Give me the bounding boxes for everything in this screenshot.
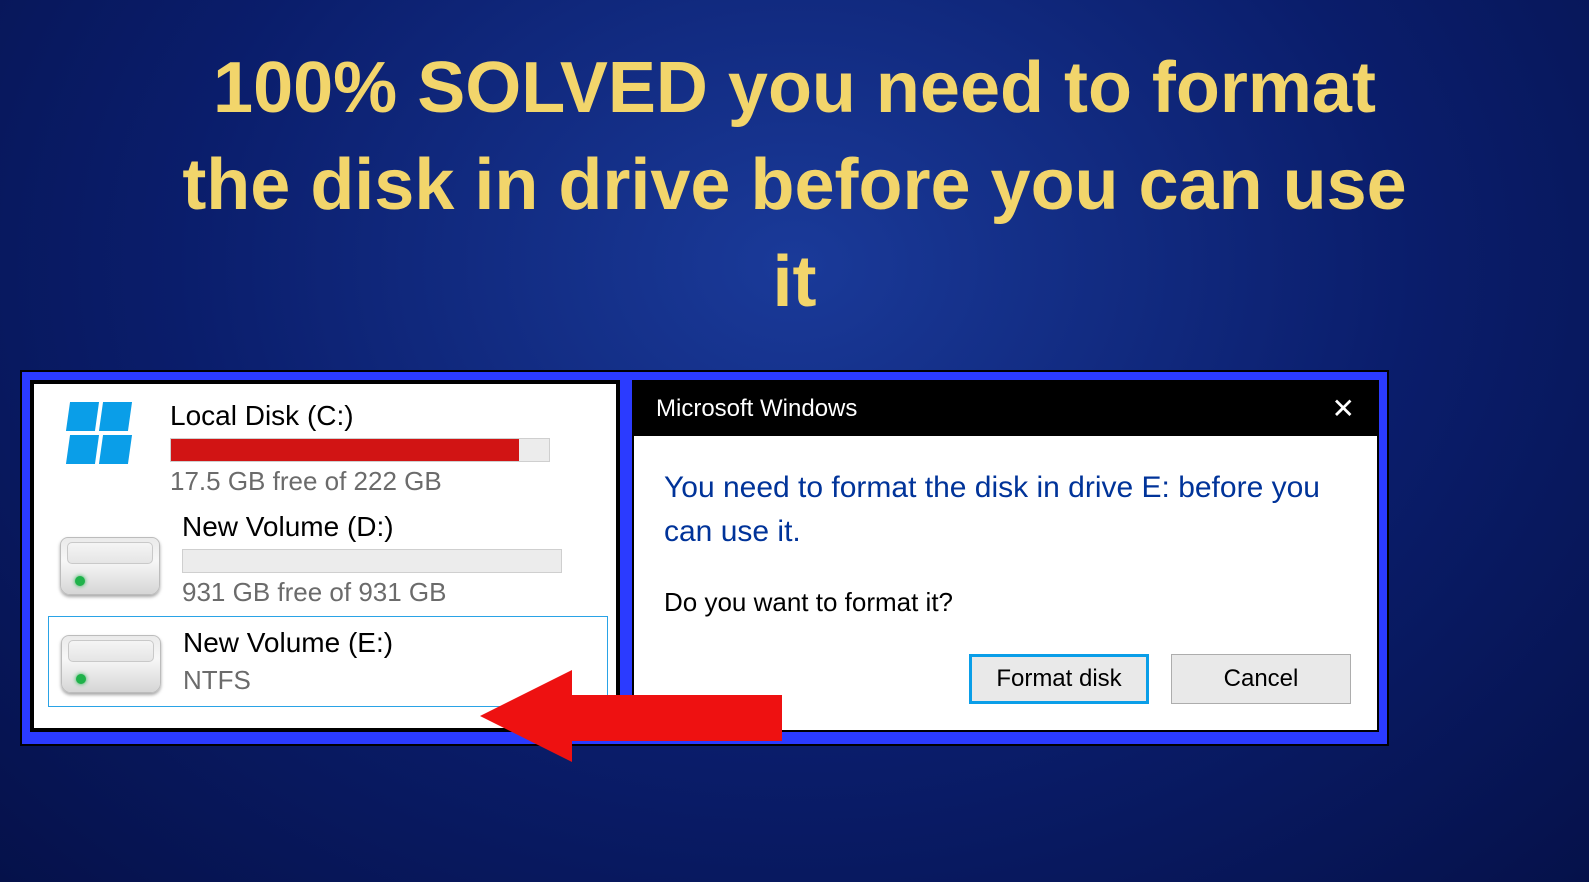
drives-panel: Local Disk (C:) 17.5 GB free of 222 GB N…: [30, 380, 620, 732]
disk-icon: [60, 537, 160, 595]
drive-item-c[interactable]: Local Disk (C:) 17.5 GB free of 222 GB: [60, 394, 602, 505]
drive-item-d[interactable]: New Volume (D:) 931 GB free of 931 GB: [60, 505, 602, 616]
dialog-question: Do you want to format it?: [664, 587, 1351, 618]
close-icon[interactable]: ✕: [1332, 395, 1355, 423]
format-disk-button[interactable]: Format disk: [969, 654, 1149, 704]
drive-name: New Volume (D:): [182, 511, 602, 543]
drive-free-text: 931 GB free of 931 GB: [182, 577, 602, 608]
drive-item-e[interactable]: New Volume (E:) NTFS: [48, 616, 608, 707]
dialog-title-bar: Microsoft Windows ✕: [634, 382, 1377, 436]
format-dialog: Microsoft Windows ✕ You need to format t…: [632, 380, 1379, 732]
drive-name: New Volume (E:): [183, 627, 601, 659]
panels-row: Local Disk (C:) 17.5 GB free of 222 GB N…: [20, 370, 1389, 746]
drive-name: Local Disk (C:): [170, 400, 602, 432]
usage-fill: [171, 439, 519, 461]
dialog-instruction: You need to format the disk in drive E: …: [664, 466, 1351, 553]
drive-free-text: 17.5 GB free of 222 GB: [170, 466, 602, 497]
windows-logo-icon: [68, 402, 130, 464]
usage-bar: [182, 549, 562, 573]
drive-fs: NTFS: [183, 665, 601, 696]
dialog-title: Microsoft Windows: [656, 395, 857, 423]
headline: 100% SOLVED you need to format the disk …: [0, 0, 1589, 362]
usage-bar: [170, 438, 550, 462]
disk-icon: [61, 635, 161, 693]
cancel-button[interactable]: Cancel: [1171, 654, 1351, 704]
